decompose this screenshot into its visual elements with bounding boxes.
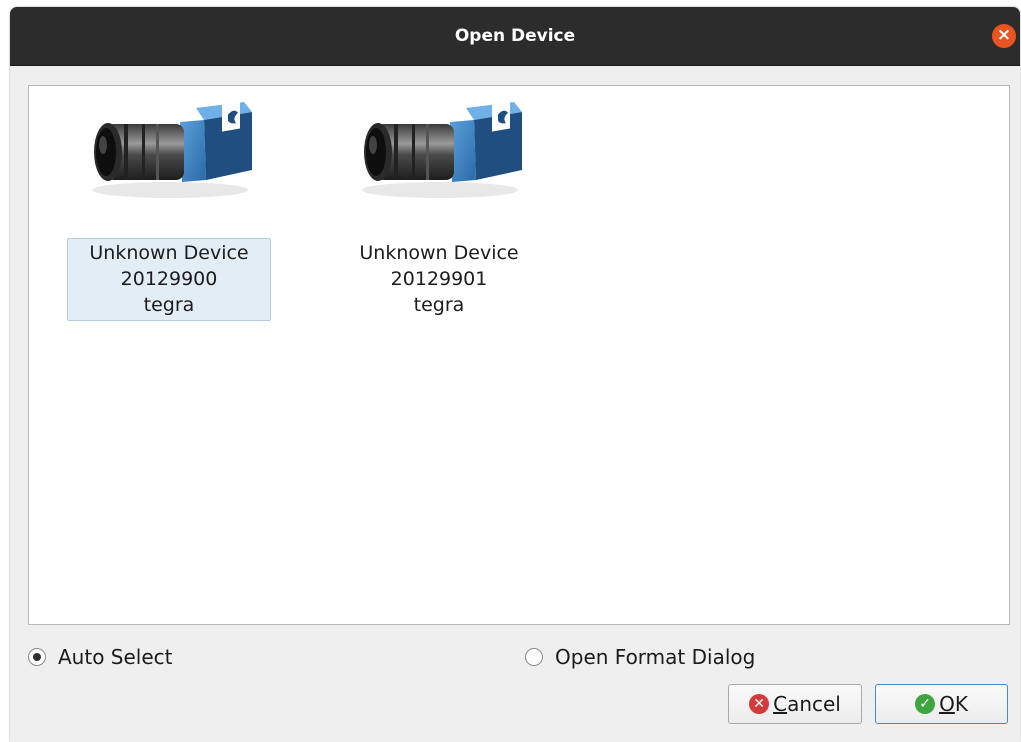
auto-select-label: Auto Select: [58, 645, 173, 669]
device-name: Unknown Device: [359, 242, 519, 264]
ok-label: K: [954, 692, 968, 716]
cancel-button[interactable]: ✕ Cancel: [728, 684, 862, 724]
device-host: tegra: [413, 294, 465, 316]
cancel-mnemonic: C: [773, 692, 788, 716]
open-format-dialog-label: Open Format Dialog: [555, 645, 756, 669]
x-circle-icon: ✕: [749, 694, 770, 714]
open-device-dialog: Open Device × Unknown Device 20129900 te…: [10, 7, 1020, 742]
ok-button[interactable]: ✓ OK: [875, 684, 1008, 724]
close-icon: ×: [996, 25, 1012, 45]
ok-mnemonic: O: [939, 692, 955, 716]
title-bar: Open Device ×: [10, 7, 1020, 66]
radio-checked-icon[interactable]: [28, 648, 46, 666]
check-circle-icon: ✓: [915, 694, 936, 714]
radio-unchecked-icon[interactable]: [525, 648, 543, 666]
camera-icon: [354, 100, 526, 200]
device-label: Unknown Device 20129901 tegra: [337, 238, 541, 321]
camera-icon: [84, 100, 256, 200]
close-button[interactable]: ×: [992, 24, 1016, 48]
open-format-dialog-radio[interactable]: Open Format Dialog: [525, 643, 755, 671]
auto-select-radio[interactable]: Auto Select: [28, 643, 173, 671]
device-label: Unknown Device 20129900 tegra: [67, 238, 271, 321]
device-host: tegra: [143, 294, 195, 316]
device-list[interactable]: Unknown Device 20129900 tegra Unknown De…: [28, 85, 1010, 625]
dialog-title: Open Device: [454, 26, 576, 46]
device-serial: 20129901: [390, 268, 488, 290]
cancel-label: ancel: [787, 692, 841, 716]
device-serial: 20129900: [120, 268, 218, 290]
device-name: Unknown Device: [89, 242, 249, 264]
